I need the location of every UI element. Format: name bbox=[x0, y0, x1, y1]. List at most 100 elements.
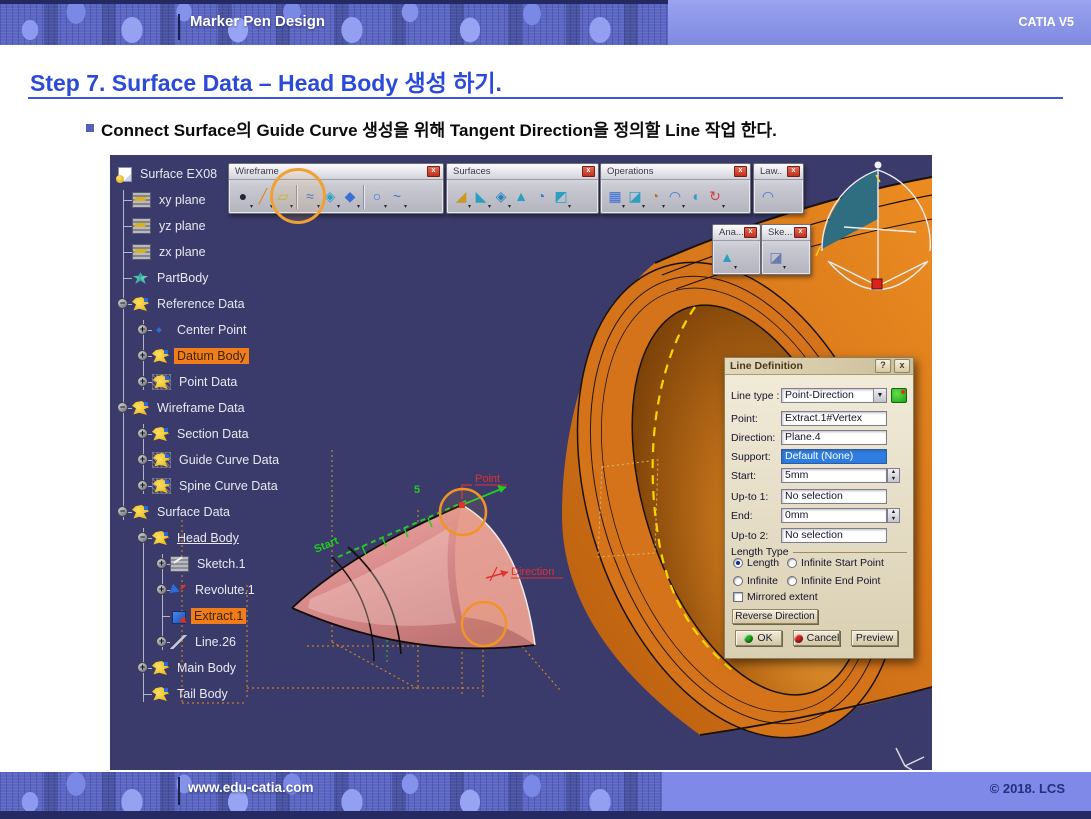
tree-item-label[interactable]: xy plane bbox=[156, 192, 209, 208]
tree-item-surface-data[interactable]: −Surface Data bbox=[112, 499, 384, 525]
start-field[interactable]: 5mm bbox=[781, 468, 887, 483]
toolbar-analysis[interactable]: Ana...x ▲▾ bbox=[712, 224, 761, 275]
spinner-control[interactable]: ▲ ▼ bbox=[887, 508, 900, 523]
spec-tree[interactable]: Surface EX08xy planeyz planezx planePart… bbox=[112, 161, 384, 707]
line-definition-dialog[interactable]: Line Definition ? x Line type :Point-Dir… bbox=[724, 357, 914, 659]
tree-item-revolute-1[interactable]: + Revolute.1 bbox=[112, 577, 384, 603]
toolbar-law[interactable]: Law..x◠ bbox=[753, 163, 804, 214]
close-icon[interactable]: x bbox=[894, 359, 910, 373]
end-field[interactable]: 0mm bbox=[781, 508, 887, 523]
tree-item-center-point[interactable]: +Center Point bbox=[112, 317, 384, 343]
tree-item-label[interactable]: yz plane bbox=[156, 218, 209, 234]
chevron-down-icon[interactable]: ▼ bbox=[873, 389, 886, 402]
radio-icon[interactable] bbox=[733, 558, 743, 568]
tree-item-datum-body[interactable]: + Datum Body bbox=[112, 343, 384, 369]
toolbar-wireframe[interactable]: Wireframex●▾╱▾▱▾≈▾◈▾◆▾○▾~▾ bbox=[228, 163, 444, 214]
tree-item-head-body[interactable]: − Head Body bbox=[112, 525, 384, 551]
radio-icon[interactable] bbox=[787, 576, 797, 586]
toolbar-surfaces[interactable]: Surfacesx◢▾◣▾◈▾▲◔◩▾ bbox=[446, 163, 599, 214]
toolbar-titlebar[interactable]: Surfacesx bbox=[447, 164, 598, 180]
preview-button[interactable]: Preview bbox=[851, 630, 898, 646]
expand-badge[interactable]: + bbox=[137, 350, 148, 361]
tree-item-zx-plane[interactable]: zx plane bbox=[112, 239, 384, 265]
expand-badge[interactable]: + bbox=[137, 428, 148, 439]
fillet-icon[interactable]: ◠▾ bbox=[665, 185, 685, 209]
close-icon[interactable]: x bbox=[787, 166, 800, 177]
tree-item-point-data[interactable]: + Point Data bbox=[112, 369, 384, 395]
toolbar-titlebar[interactable]: Ana...x bbox=[713, 225, 760, 241]
toolbar-sketcher[interactable]: Ske...x◪▾ bbox=[761, 224, 811, 275]
offset-icon[interactable]: ▲ bbox=[511, 185, 531, 209]
expand-badge[interactable]: + bbox=[137, 662, 148, 673]
tree-item-label[interactable]: Reference Data bbox=[154, 296, 248, 312]
close-icon[interactable]: x bbox=[582, 166, 595, 177]
line-type-combo[interactable]: Point-Direction▼ bbox=[781, 388, 887, 403]
help-button[interactable]: ? bbox=[875, 359, 891, 373]
tree-item-label[interactable]: Spine Curve Data bbox=[176, 478, 281, 494]
direction-field[interactable]: Plane.4 bbox=[781, 430, 887, 445]
sphere-icon[interactable]: ◈▾ bbox=[491, 185, 511, 209]
tree-item-yz-plane[interactable]: yz plane bbox=[112, 213, 384, 239]
tree-item-sketch-1[interactable]: +Sketch.1 bbox=[112, 551, 384, 577]
tree-item-guide-curve-data[interactable]: +Guide Curve Data bbox=[112, 447, 384, 473]
radio-length[interactable]: Length bbox=[733, 556, 779, 569]
trim-icon[interactable]: ◔▾ bbox=[645, 185, 665, 209]
tree-item-extract-1[interactable]: Extract.1 bbox=[112, 603, 384, 629]
support-field[interactable]: Default (None) bbox=[781, 449, 887, 464]
radio-icon[interactable] bbox=[787, 558, 797, 568]
radio-infinite-end-point[interactable]: Infinite End Point bbox=[787, 574, 880, 587]
revolve-icon[interactable]: ◣▾ bbox=[471, 185, 491, 209]
tree-item-section-data[interactable]: + Section Data bbox=[112, 421, 384, 447]
join-icon[interactable]: ▦▾ bbox=[605, 185, 625, 209]
reverse-direction-button[interactable]: Reverse Direction bbox=[732, 609, 818, 624]
collapse-badge[interactable]: − bbox=[137, 532, 148, 543]
upto1-field[interactable]: No selection bbox=[781, 489, 887, 504]
expand-badge[interactable]: + bbox=[137, 376, 148, 387]
sweep-icon[interactable]: ◔ bbox=[531, 185, 551, 209]
close-icon[interactable]: x bbox=[794, 227, 807, 238]
tree-item-label[interactable]: Center Point bbox=[174, 322, 249, 338]
transform-icon[interactable]: ↻▾ bbox=[705, 185, 725, 209]
expand-badge[interactable]: + bbox=[156, 636, 167, 647]
tree-item-label[interactable]: Guide Curve Data bbox=[176, 452, 282, 468]
cancel-button[interactable]: Cancel bbox=[793, 630, 840, 646]
toolbar-titlebar[interactable]: Operationsx bbox=[601, 164, 750, 180]
collapse-badge[interactable]: − bbox=[117, 298, 128, 309]
tree-item-label[interactable]: Wireframe Data bbox=[154, 400, 248, 416]
selection-circle-vertex[interactable] bbox=[440, 489, 486, 535]
radio-infinite[interactable]: Infinite bbox=[733, 574, 778, 587]
spline-icon[interactable]: ~▾ bbox=[387, 185, 407, 209]
tree-item-label[interactable]: Main Body bbox=[174, 660, 239, 676]
tree-item-label[interactable]: Point Data bbox=[176, 374, 240, 390]
tree-item-label[interactable]: Section Data bbox=[174, 426, 252, 442]
tree-item-label[interactable]: zx plane bbox=[156, 244, 209, 260]
toolbar-titlebar[interactable]: Ske...x bbox=[762, 225, 810, 241]
analysis-icon[interactable]: ▲▾ bbox=[717, 246, 737, 270]
mirrored-extent-checkbox[interactable]: Mirrored extent bbox=[733, 590, 818, 603]
toolbar-operations[interactable]: Operationsx ▦▾◪▾◔▾◠▾◖↻▾ bbox=[600, 163, 751, 214]
split-icon[interactable]: ◪▾ bbox=[625, 185, 645, 209]
tree-item-main-body[interactable]: + Main Body bbox=[112, 655, 384, 681]
tree-item-label[interactable]: Surface EX08 bbox=[137, 166, 220, 182]
tree-item-label[interactable]: Head Body bbox=[174, 530, 242, 546]
boundary-icon[interactable]: ◖ bbox=[685, 185, 705, 209]
circle-icon[interactable]: ○▾ bbox=[367, 185, 387, 209]
selection-circle-lower[interactable] bbox=[462, 602, 506, 646]
tree-item-label[interactable]: Datum Body bbox=[174, 348, 249, 364]
expand-badge[interactable]: + bbox=[156, 584, 167, 595]
tree-item-line-26[interactable]: +Line.26 bbox=[112, 629, 384, 655]
ok-button[interactable]: OK bbox=[735, 630, 782, 646]
tree-item-label[interactable]: Tail Body bbox=[174, 686, 231, 702]
toolbar-titlebar[interactable]: Law..x bbox=[754, 164, 803, 180]
dialog-titlebar[interactable]: Line Definition ? x bbox=[725, 358, 913, 375]
tree-item-label[interactable]: Extract.1 bbox=[191, 608, 246, 624]
checkbox-icon[interactable] bbox=[733, 592, 743, 602]
upto2-field[interactable]: No selection bbox=[781, 528, 887, 543]
fill-icon[interactable]: ◩▾ bbox=[551, 185, 571, 209]
close-icon[interactable]: x bbox=[734, 166, 747, 177]
tree-item-spine-curve-data[interactable]: +Spine Curve Data bbox=[112, 473, 384, 499]
radio-infinite-start-point[interactable]: Infinite Start Point bbox=[787, 556, 884, 569]
parallel-curve-icon[interactable]: ◆▾ bbox=[340, 185, 360, 209]
tree-item-tail-body[interactable]: Tail Body bbox=[112, 681, 384, 707]
tree-item-label[interactable]: Revolute.1 bbox=[192, 582, 258, 598]
